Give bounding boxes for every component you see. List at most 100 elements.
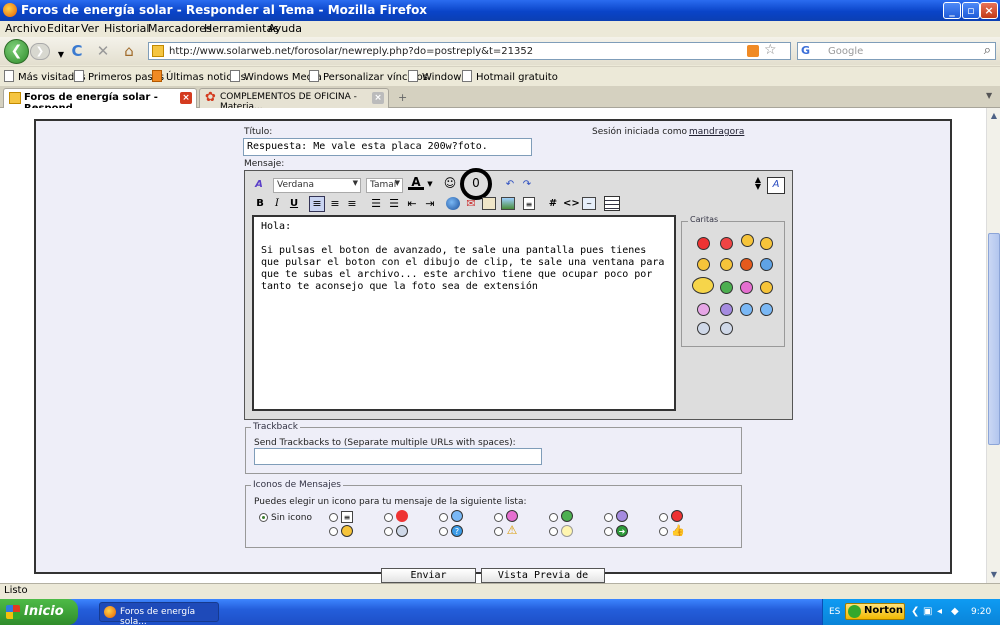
rss-icon[interactable] (747, 45, 759, 57)
rolleyes-smiley-icon[interactable] (720, 322, 733, 335)
green-smiley-icon[interactable] (720, 281, 733, 294)
mad-smiley-icon[interactable] (720, 237, 733, 250)
unordered-list-icon[interactable]: ☰ (387, 197, 401, 211)
menu-ver[interactable]: Ver (81, 22, 99, 35)
italic-icon[interactable]: I (271, 197, 283, 211)
google-icon[interactable]: G (801, 44, 815, 58)
icon-radio[interactable] (659, 513, 668, 522)
icon-radio[interactable] (494, 513, 503, 522)
cool-smiley-icon[interactable] (697, 258, 710, 271)
icon-radio[interactable] (439, 527, 448, 536)
trackback-input[interactable] (254, 448, 542, 465)
icon-radio[interactable] (384, 513, 393, 522)
tab-complementos[interactable]: ✿ COMPLEMENTOS DE OFICINA - Materia... × (199, 88, 389, 112)
size-select[interactable]: Tamaí ▼ (366, 178, 403, 193)
code-icon[interactable]: <> (563, 197, 580, 211)
insert-picture-icon[interactable] (501, 197, 515, 210)
icon-radio[interactable] (604, 513, 613, 522)
icon-radio[interactable] (604, 527, 613, 536)
attach-clip-icon[interactable]: 0 (460, 168, 492, 200)
close-window-button[interactable]: × (980, 2, 998, 19)
remove-format-icon[interactable]: A (252, 178, 266, 192)
icon-radio[interactable] (329, 513, 338, 522)
outdent-icon[interactable]: ⇤ (405, 197, 419, 211)
text-color-dropdown-icon[interactable]: ▼ (426, 178, 434, 192)
wave-smiley-icon[interactable] (692, 277, 714, 294)
grin-smiley-icon[interactable] (720, 258, 733, 271)
new-tab-button[interactable]: + (398, 91, 407, 104)
start-button[interactable]: Inicio (0, 599, 78, 625)
icon-radio[interactable] (659, 527, 668, 536)
indent-icon[interactable]: ⇥ (423, 197, 437, 211)
align-right-icon[interactable]: ≡ (345, 197, 359, 211)
redo-icon[interactable]: ↷ (521, 178, 533, 192)
reload-icon[interactable]: C (68, 42, 86, 60)
network-icon[interactable]: ▣ (923, 606, 932, 617)
resize-editor-icon[interactable]: ▲ ▼ (753, 176, 763, 191)
menu-historial[interactable]: Historial (104, 22, 149, 35)
menu-marcadores[interactable]: Marcadores (148, 22, 212, 35)
purple-smiley-icon[interactable] (720, 303, 733, 316)
menu-ayuda[interactable]: Ayuda (268, 22, 302, 35)
smiley-icon[interactable]: ☺ (443, 177, 457, 191)
insert-image-icon[interactable] (482, 197, 496, 210)
email-link-icon[interactable]: ✉ (464, 197, 478, 211)
icon-radio[interactable] (439, 513, 448, 522)
scroll-down-icon[interactable]: ▼ (988, 569, 1000, 581)
stop-icon[interactable]: ✕ (94, 42, 112, 60)
sunglasses-smiley-icon[interactable] (697, 322, 710, 335)
tongue-smiley-icon[interactable] (697, 303, 710, 316)
tab-list-icon[interactable]: ▼ (986, 91, 992, 100)
back-button[interactable]: ❮ (4, 39, 29, 64)
smile-smiley-icon[interactable] (760, 281, 773, 294)
close-tab-icon[interactable]: × (372, 92, 384, 104)
clock[interactable]: 9:20 (971, 607, 991, 617)
forward-button[interactable]: ❯ (30, 43, 50, 60)
search-icon[interactable]: ⌕ (984, 43, 991, 58)
url-bar[interactable]: http://www.solarweb.net/forosolar/newrep… (148, 42, 791, 60)
bookmark-item[interactable]: Windows (408, 70, 467, 83)
session-user-link[interactable]: mandragora (689, 127, 744, 137)
no-icon-radio[interactable] (259, 513, 268, 522)
maximize-button[interactable]: ▫ (962, 2, 980, 19)
tab-foros[interactable]: Foros de energía solar - Respond... × (3, 88, 197, 114)
scroll-thumb[interactable] (988, 233, 1000, 445)
idea-smiley-icon[interactable] (741, 234, 754, 247)
wink-smiley-icon[interactable] (760, 303, 773, 316)
scroll-up-icon[interactable]: ▲ (988, 110, 1000, 122)
sleep-smiley-icon[interactable] (740, 303, 753, 316)
align-center-icon[interactable]: ≡ (328, 197, 342, 211)
language-indicator[interactable]: ES (829, 607, 840, 617)
quote-icon[interactable]: ≡ (523, 197, 535, 210)
bookmark-item[interactable]: Hotmail gratuito (462, 70, 558, 83)
home-icon[interactable]: ⌂ (120, 42, 138, 60)
taskbar-firefox-item[interactable]: Foros de energía sola... (99, 602, 219, 625)
html-icon[interactable]: ~ (582, 197, 596, 210)
eek-smiley-icon[interactable] (760, 258, 773, 271)
bookmark-item[interactable]: Primeros pasos (74, 70, 164, 83)
angry-smiley-icon[interactable] (697, 237, 710, 250)
norton-icon[interactable]: Norton (845, 603, 905, 620)
tray-arrow-icon[interactable]: ❮ (911, 606, 919, 617)
align-left-icon[interactable]: ≡ (309, 196, 325, 212)
submit-reply-button[interactable]: Enviar Respuesta (381, 568, 476, 583)
bold-icon[interactable]: B (254, 197, 266, 211)
font-select[interactable]: Verdana ▼ (273, 178, 361, 193)
title-input[interactable]: Respuesta: Me vale esta placa 200w?foto. (243, 138, 532, 156)
table-icon[interactable] (604, 196, 620, 211)
volume-icon[interactable]: ◂ (937, 606, 942, 617)
icon-radio[interactable] (549, 527, 558, 536)
close-tab-icon[interactable]: × (180, 92, 192, 104)
preview-button[interactable]: Vista Previa de Mensaje (481, 568, 605, 583)
icon-radio[interactable] (329, 527, 338, 536)
undo-icon[interactable]: ↶ (504, 178, 516, 192)
menu-editar[interactable]: Editar (47, 22, 80, 35)
hash-icon[interactable]: # (547, 197, 559, 211)
security-icon[interactable]: ◆ (951, 606, 959, 617)
pink-smiley-icon[interactable] (740, 281, 753, 294)
text-color-icon[interactable]: A (408, 176, 424, 190)
minimize-button[interactable]: _ (943, 2, 961, 19)
icon-radio[interactable] (494, 527, 503, 536)
vertical-scrollbar[interactable]: ▲ ▼ (986, 108, 1000, 583)
insert-link-icon[interactable] (446, 197, 460, 210)
